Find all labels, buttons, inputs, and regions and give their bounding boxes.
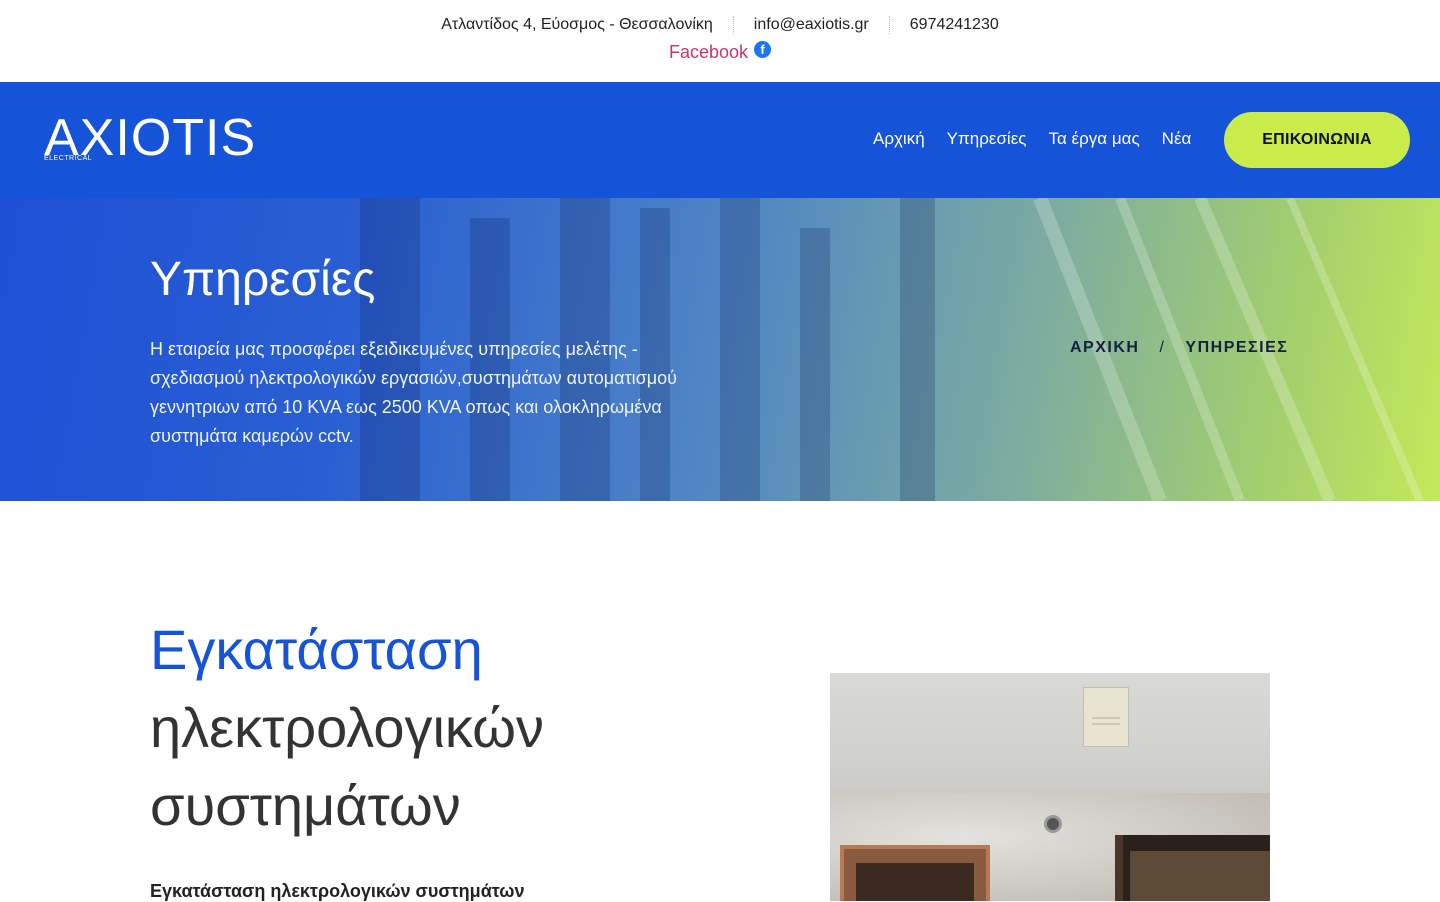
facebook-label: Facebook (668, 42, 749, 62)
divider (888, 16, 890, 34)
nav-item-services[interactable]: Υπηρεσίες (947, 129, 1027, 149)
divider (732, 16, 734, 34)
main-nav: Αρχική Υπηρεσίες Τα έργα μας Νέα (873, 129, 1213, 149)
breadcrumb-home[interactable]: ΑΡΧΙΚΗ (1070, 339, 1139, 357)
service-section: Εγκατάσταση ηλεκτρολογικών συστημάτων Εγ… (0, 501, 1440, 901)
page-title: Υπηρεσίες (150, 253, 376, 306)
contact-info-row: Ατλαντίδος 4, Εύοσμος - Θεσσαλονίκη info… (0, 16, 1440, 34)
section-title: Εγκατάσταση ηλεκτρολογικών συστημάτων (150, 611, 710, 845)
facebook-link[interactable]: Facebook f (668, 41, 772, 63)
wall-socket (1044, 815, 1062, 833)
phone-link[interactable]: 6974241230 (910, 16, 999, 34)
service-photo (830, 673, 1270, 901)
box-grille (1092, 717, 1120, 719)
section-subtitle: Εγκατάσταση ηλεκτρολογικών συστημάτων (150, 881, 525, 901)
site-logo[interactable]: AXIOTIS ELECTRICAL (44, 110, 274, 170)
contact-button[interactable]: ΕΠΙΚΟΙΝΩΝΙΑ (1224, 112, 1410, 168)
logo-subtitle: ELECTRICAL (44, 155, 93, 162)
facebook-icon: f (754, 41, 772, 58)
box-grille (1092, 723, 1120, 725)
section-title-accent: Εγκατάσταση (150, 618, 483, 681)
door-interior (1130, 851, 1270, 901)
section-title-rest: ηλεκτρολογικών συστημάτων (150, 696, 544, 837)
nav-item-news[interactable]: Νέα (1162, 129, 1192, 149)
main-header: AXIOTIS ELECTRICAL Αρχική Υπηρεσίες Τα έ… (0, 82, 1440, 198)
social-row: Facebook f (0, 41, 1440, 63)
email-link[interactable]: info@eaxiotis.gr (754, 16, 869, 34)
nav-item-projects[interactable]: Τα έργα μας (1048, 129, 1139, 149)
breadcrumb-current: ΥΠΗΡΕΣΙΕΣ (1185, 339, 1289, 356)
wall-opening-inner (856, 863, 974, 901)
nav-item-home[interactable]: Αρχική (873, 129, 925, 149)
breadcrumb: ΑΡΧΙΚΗ / ΥΠΗΡΕΣΙΕΣ (1070, 339, 1288, 357)
page-hero: Υπηρεσίες Η εταιρεία μας προσφέρει εξειδ… (0, 198, 1440, 501)
address-text: Ατλαντίδος 4, Εύοσμος - Θεσσαλονίκη (441, 16, 713, 33)
breadcrumb-separator: / (1159, 339, 1166, 356)
top-contact-bar: Ατλαντίδος 4, Εύοσμος - Θεσσαλονίκη info… (0, 0, 1440, 82)
hero-description: Η εταιρεία μας προσφέρει εξειδικευμένες … (150, 339, 678, 446)
